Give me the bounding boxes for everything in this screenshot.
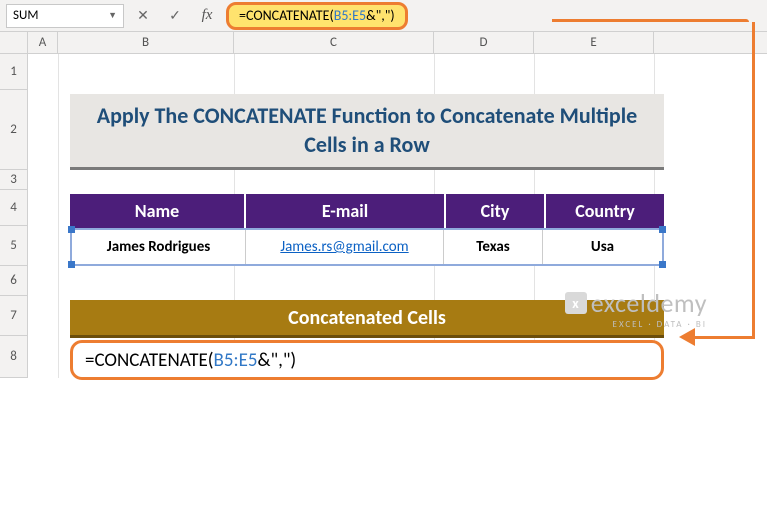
arrow-icon bbox=[679, 328, 695, 346]
active-formula-cell[interactable]: =CONCATENATE(B5:E5&",") bbox=[70, 340, 664, 380]
table-row[interactable]: James Rodrigues James.rs@gmail.com Texas… bbox=[70, 228, 664, 266]
email-link[interactable]: James.rs@gmail.com bbox=[280, 238, 408, 256]
callout-line bbox=[691, 336, 755, 339]
col-header-b[interactable]: B bbox=[58, 32, 234, 53]
row-header-1[interactable]: 1 bbox=[0, 54, 28, 90]
row-headers: 1 2 3 4 5 6 7 8 bbox=[0, 54, 28, 378]
formula-bar: SUM ▼ ✕ ✓ fx =CONCATENATE(B5:E5&",") bbox=[0, 0, 767, 32]
cell-email[interactable]: James.rs@gmail.com bbox=[246, 230, 444, 264]
page-title: Apply The CONCATENATE Function to Concat… bbox=[70, 94, 664, 170]
cell-formula-suffix: &",") bbox=[258, 349, 297, 372]
th-country: Country bbox=[546, 194, 664, 228]
selection-handle[interactable] bbox=[68, 226, 75, 233]
spreadsheet: A B C D E 1 2 3 4 5 6 7 8 Apply The CONC… bbox=[0, 32, 767, 378]
cell-country[interactable]: Usa bbox=[543, 230, 662, 264]
th-name: Name bbox=[70, 194, 246, 228]
selection-handle[interactable] bbox=[659, 226, 666, 233]
cell-formula-prefix: =CONCATENATE( bbox=[85, 349, 214, 372]
formula-highlight: =CONCATENATE(B5:E5&",") bbox=[226, 2, 408, 30]
name-box[interactable]: SUM ▼ bbox=[6, 4, 124, 28]
column-headers: A B C D E bbox=[0, 32, 767, 54]
col-header-c[interactable]: C bbox=[234, 32, 434, 53]
formula-prefix: =CONCATENATE( bbox=[239, 7, 334, 24]
selection-handle[interactable] bbox=[659, 261, 666, 268]
row-header-2[interactable]: 2 bbox=[0, 90, 28, 170]
fx-icon[interactable]: fx bbox=[194, 4, 220, 28]
col-header-d[interactable]: D bbox=[434, 32, 534, 53]
select-all-corner[interactable] bbox=[0, 32, 28, 53]
table-header-row: Name E-mail City Country bbox=[70, 194, 664, 228]
watermark-brand: exceldemy bbox=[591, 287, 707, 319]
row-header-3[interactable]: 3 bbox=[0, 170, 28, 190]
cell-city[interactable]: Texas bbox=[444, 230, 543, 264]
callout-line bbox=[752, 22, 755, 338]
selection-handle[interactable] bbox=[68, 261, 75, 268]
name-box-value: SUM bbox=[13, 8, 38, 23]
formula-ref: B5:E5 bbox=[334, 7, 366, 24]
callout-line bbox=[552, 19, 749, 22]
row-header-6[interactable]: 6 bbox=[0, 266, 28, 296]
excel-icon: x bbox=[565, 292, 587, 314]
watermark: x exceldemy EXCEL · DATA · BI bbox=[565, 287, 707, 330]
col-header-a[interactable]: A bbox=[28, 32, 58, 53]
row-header-8[interactable]: 8 bbox=[0, 336, 28, 378]
formula-suffix: &",") bbox=[366, 7, 395, 24]
row-header-5[interactable]: 5 bbox=[0, 226, 28, 266]
th-email: E-mail bbox=[246, 194, 446, 228]
th-city: City bbox=[446, 194, 546, 228]
cancel-icon[interactable]: ✕ bbox=[130, 4, 156, 28]
row-header-7[interactable]: 7 bbox=[0, 296, 28, 336]
cell-formula-ref: B5:E5 bbox=[214, 349, 258, 372]
chevron-down-icon[interactable]: ▼ bbox=[108, 10, 117, 21]
enter-icon[interactable]: ✓ bbox=[162, 4, 188, 28]
col-header-e[interactable]: E bbox=[534, 32, 654, 53]
cells-area[interactable]: Apply The CONCATENATE Function to Concat… bbox=[28, 54, 767, 378]
formula-input[interactable]: =CONCATENATE(B5:E5&",") bbox=[226, 4, 761, 28]
row-header-4[interactable]: 4 bbox=[0, 190, 28, 226]
cell-name[interactable]: James Rodrigues bbox=[72, 230, 246, 264]
